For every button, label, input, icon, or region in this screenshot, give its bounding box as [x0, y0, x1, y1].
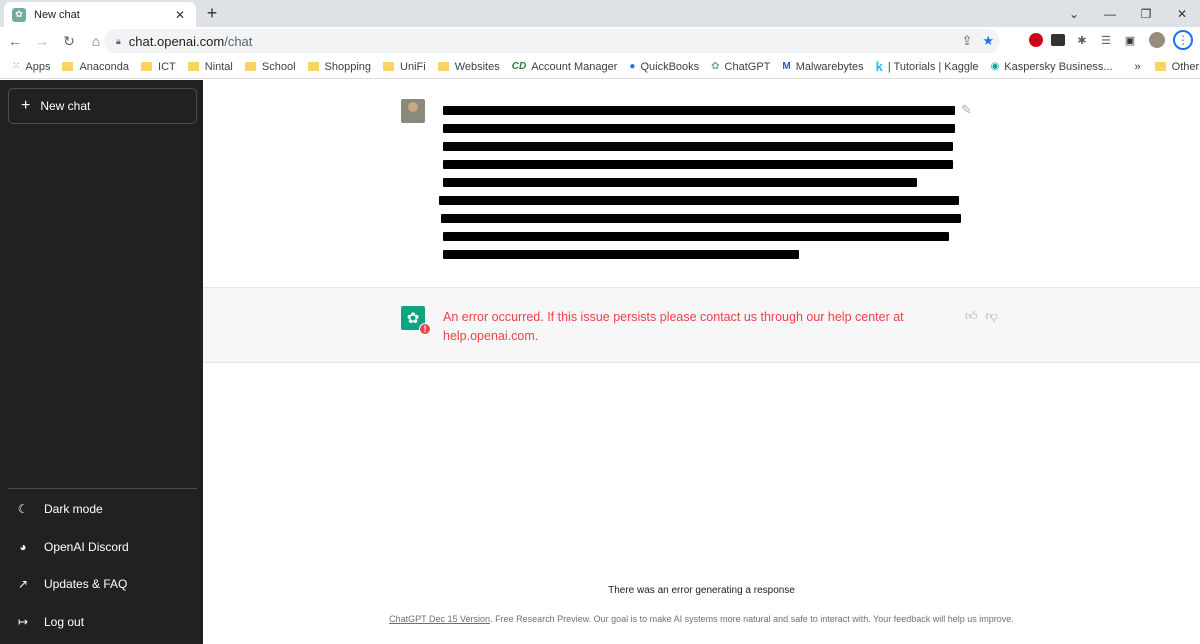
new-tab-button[interactable]: +	[202, 3, 222, 23]
kaggle-icon: k	[875, 59, 883, 74]
tab-title: New chat	[34, 8, 80, 21]
forward-icon[interactable]: →	[30, 33, 54, 49]
browser-tab[interactable]: ✿ New chat ✕	[4, 2, 196, 27]
folder-icon	[383, 62, 395, 71]
share-icon[interactable]: ⇪	[961, 33, 972, 49]
folder-icon	[141, 62, 153, 71]
sidebar-item-label: Log out	[44, 615, 85, 629]
bookmark-chatgpt[interactable]: ✿ ChatGPT	[711, 61, 770, 73]
user-message: ✎	[203, 80, 1200, 287]
bookmark-star-icon[interactable]: ★	[982, 33, 994, 49]
reload-icon[interactable]: ↻	[57, 33, 81, 50]
bookmark-ict[interactable]: ICT	[141, 61, 176, 73]
thumbs-down-icon[interactable]: 👎︎	[986, 309, 998, 324]
footer-text: . Free Research Preview. Our goal is to …	[490, 614, 1014, 624]
error-badge-icon: !	[419, 323, 431, 335]
folder-icon	[437, 62, 449, 71]
malwarebytes-icon: M	[782, 61, 791, 72]
plus-icon: +	[21, 97, 31, 114]
assistant-message: ✿ ! An error occurred. If this issue per…	[203, 287, 1200, 363]
url-host: chat.openai.com	[128, 33, 225, 49]
discord-icon: ◕	[19, 540, 27, 554]
chatgpt-icon: ✿	[711, 61, 720, 72]
browser-menu-icon[interactable]: ⋮	[1172, 30, 1194, 50]
version-link[interactable]: ChatGPT Dec 15 Version	[389, 614, 490, 624]
sidebar-item-label: OpenAI Discord	[44, 540, 129, 554]
cd-logo-icon: CD	[511, 61, 527, 72]
folder-icon	[244, 62, 256, 71]
folder-icon	[62, 62, 74, 71]
error-message: An error occurred. If this issue persist…	[443, 310, 904, 343]
sidebar-item-dark-mode[interactable]: ☾ Dark mode	[8, 492, 197, 526]
profile-avatar[interactable]	[1148, 30, 1166, 50]
sidebar-divider	[8, 488, 197, 489]
user-avatar	[401, 99, 425, 123]
sidebar-item-label: Dark mode	[44, 502, 103, 516]
window-controls: ⌄ — ❐ ✕	[1056, 0, 1200, 27]
sidebar-item-log-out[interactable]: ↦ Log out	[8, 605, 197, 639]
chatgpt-favicon-icon: ✿	[12, 7, 26, 22]
bookmark-malwarebytes[interactable]: M Malwarebytes	[782, 61, 863, 73]
extension-ublock-icon[interactable]	[1028, 30, 1044, 50]
kaspersky-icon: ◉	[990, 61, 1000, 72]
bookmark-apps[interactable]: ⁙ Apps	[12, 61, 50, 73]
bookmark-account-manager[interactable]: CD Account Manager	[512, 61, 618, 73]
url-path: /chat	[224, 33, 253, 49]
close-window-icon[interactable]: ✕	[1164, 7, 1200, 21]
bookmark-websites[interactable]: Websites	[437, 61, 500, 73]
restore-icon[interactable]: ❐	[1128, 7, 1164, 21]
extensions-puzzle-icon[interactable]: ✱	[1074, 30, 1090, 50]
extension-dots-icon[interactable]	[1050, 30, 1066, 50]
minimize-icon[interactable]: —	[1092, 7, 1128, 21]
bookmark-school[interactable]: School	[244, 61, 296, 73]
folder-icon	[1154, 62, 1166, 71]
logout-icon: ↦	[17, 615, 29, 629]
bookmark-nintal[interactable]: Nintal	[187, 61, 233, 73]
reading-list-icon[interactable]: ☰	[1098, 30, 1114, 50]
footer: ChatGPT Dec 15 Version. Free Research Pr…	[203, 614, 1200, 624]
sidebar-item-updates-faq[interactable]: ↗ Updates & FAQ	[8, 567, 197, 601]
tab-search-icon[interactable]: ⌄	[1056, 7, 1092, 21]
quickbooks-icon: ●	[629, 61, 636, 72]
folder-icon	[187, 62, 199, 71]
bookmark-unifi[interactable]: UniFi	[383, 61, 426, 73]
bookmark-quickbooks[interactable]: ● QuickBooks	[629, 61, 699, 73]
new-chat-button[interactable]: + New chat	[8, 88, 197, 124]
close-tab-icon[interactable]: ✕	[172, 8, 188, 22]
apps-grid-icon: ⁙	[12, 61, 21, 72]
side-panel-icon[interactable]: ▣	[1122, 30, 1138, 50]
external-link-icon: ↗	[17, 577, 29, 591]
address-bar[interactable]: 🔒︎ chat.openai.com/chat ⇪ ★	[104, 29, 1000, 53]
chat-main: ✎ ✿ ! An error occurred. If this issue p…	[203, 80, 1200, 644]
sidebar-item-discord[interactable]: ◕ OpenAI Discord	[8, 530, 197, 564]
folder-icon	[307, 62, 319, 71]
sidebar-item-label: Updates & FAQ	[44, 577, 128, 591]
bookmarks-bar: ⁙ Apps Anaconda ICT Nintal School Shoppin…	[0, 55, 1200, 79]
back-icon[interactable]: ←	[3, 33, 27, 49]
new-chat-label: New chat	[40, 99, 91, 113]
bookmark-kaggle[interactable]: k | Tutorials | Kaggle	[876, 59, 979, 74]
edit-message-icon[interactable]: ✎	[961, 102, 972, 118]
bookmark-overflow[interactable]: »	[1135, 61, 1141, 73]
generation-error-text: There was an error generating a response	[608, 585, 795, 596]
sidebar: + New chat ☾ Dark mode ◕ OpenAI Discord …	[0, 80, 203, 644]
lock-icon[interactable]: 🔒︎	[116, 36, 121, 47]
browser-toolbar: ← → ↻ ⌂ 🔒︎ chat.openai.com/chat ⇪ ★	[0, 27, 1200, 55]
bookmark-kaspersky[interactable]: ◉ Kaspersky Business...	[991, 61, 1113, 73]
moon-icon: ☾	[17, 502, 29, 516]
bookmark-shopping[interactable]: Shopping	[307, 61, 371, 73]
browser-tab-strip: ✿ New chat ✕ + ⌄ — ❐ ✕	[0, 0, 1200, 27]
bookmark-other[interactable]: Other bookmarks	[1154, 61, 1200, 73]
bookmark-anaconda[interactable]: Anaconda	[62, 61, 129, 73]
thumbs-up-icon[interactable]: 👍︎	[965, 309, 978, 324]
